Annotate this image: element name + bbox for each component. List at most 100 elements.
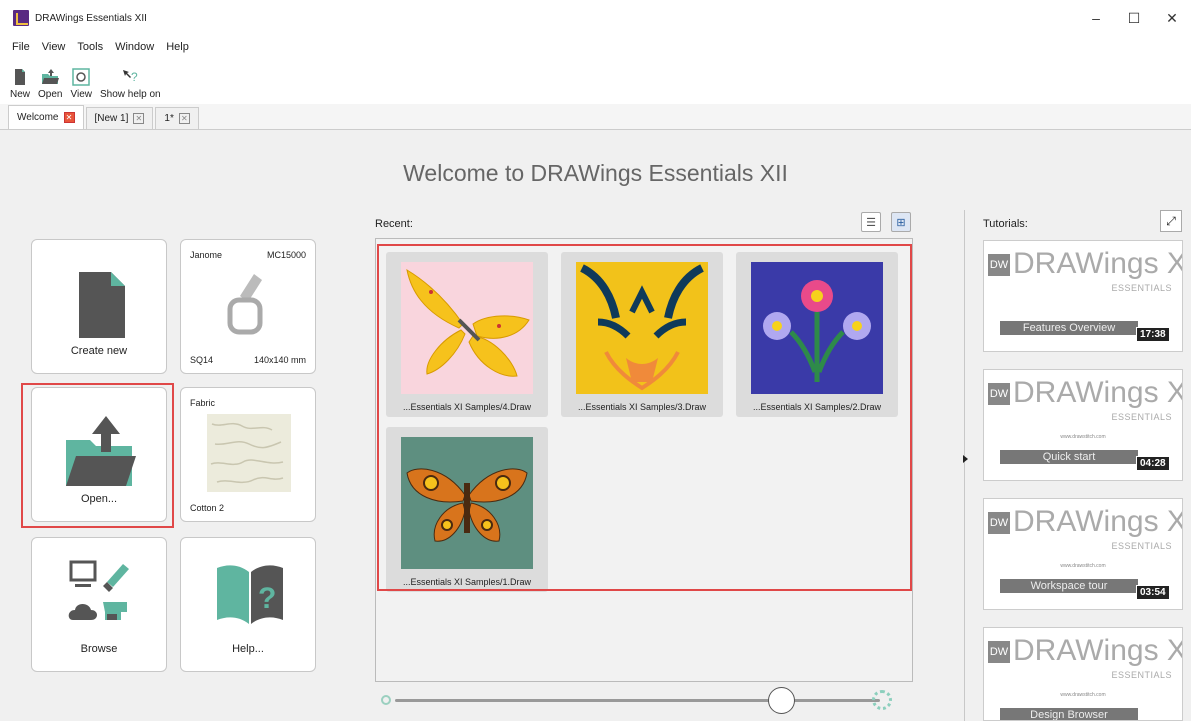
create-new-label: Create new bbox=[70, 345, 128, 357]
logo-text: DRAWings bbox=[1013, 634, 1159, 667]
open-highlight bbox=[21, 383, 174, 528]
svg-text:?: ? bbox=[258, 582, 276, 615]
tab-welcome-label: Welcome bbox=[17, 112, 59, 123]
view-button[interactable]: View bbox=[70, 67, 92, 100]
help-book-icon: ? bbox=[217, 565, 283, 624]
hoop-name: SQ14 bbox=[190, 355, 214, 365]
machine-brand: Janome bbox=[190, 250, 223, 260]
zoom-slider-handle[interactable] bbox=[768, 687, 795, 714]
open-folder-icon bbox=[42, 69, 60, 84]
tutorial-logo: DWDRAWings XI bbox=[988, 376, 1182, 410]
drawings-logo-icon: DW bbox=[988, 383, 1010, 406]
maximize-button[interactable]: ☐ bbox=[1115, 0, 1153, 36]
document-tabs: Welcome ✕ [New 1] ✕ 1* ✕ bbox=[0, 104, 1191, 130]
drawings-logo-icon: DW bbox=[988, 254, 1010, 277]
menu-tools[interactable]: Tools bbox=[77, 41, 103, 53]
page-title: Welcome to DRAWings Essentials XII bbox=[403, 160, 788, 186]
browse-label: Browse bbox=[80, 643, 118, 655]
tutorial-card[interactable]: DWDRAWings XI ESSENTIALS www.drawstitch.… bbox=[983, 498, 1183, 610]
zoom-max-icon[interactable] bbox=[872, 690, 892, 710]
fabric-name: Cotton 2 bbox=[190, 503, 225, 513]
tutorial-title: Workspace tour bbox=[1000, 579, 1138, 593]
zoom-min-icon[interactable] bbox=[381, 695, 391, 705]
logo-version: XI bbox=[1167, 634, 1182, 667]
new-document-icon bbox=[15, 69, 25, 85]
logo-version: XI bbox=[1167, 247, 1182, 280]
tab-new-1-label: [New 1] bbox=[94, 113, 129, 124]
menu-view[interactable]: View bbox=[42, 41, 66, 53]
fabric-tile[interactable]: Fabric Cotton 2 bbox=[180, 387, 316, 522]
new-button[interactable]: New bbox=[10, 67, 30, 100]
recent-label: Recent: bbox=[375, 218, 413, 230]
logo-text: DRAWings bbox=[1013, 505, 1159, 538]
panel-divider[interactable] bbox=[964, 210, 965, 721]
app-logo-icon bbox=[13, 10, 29, 26]
window-controls: – ☐ ✕ bbox=[1077, 0, 1191, 36]
expand-button[interactable]: ⤢ bbox=[1160, 210, 1182, 232]
menu-window[interactable]: Window bbox=[115, 41, 154, 53]
tutorials-label: Tutorials: bbox=[983, 218, 1028, 230]
show-help-on-button[interactable]: ? Show help on bbox=[100, 67, 161, 100]
create-new-tile[interactable]: Create new bbox=[31, 239, 167, 374]
menu-file[interactable]: File bbox=[12, 41, 30, 53]
logo-version: XI bbox=[1167, 505, 1182, 538]
help-tile[interactable]: ? Help... bbox=[180, 537, 316, 672]
svg-text:?: ? bbox=[131, 70, 138, 84]
tutorial-title: Design Browser bbox=[1000, 708, 1138, 720]
help-pointer-icon: ? bbox=[123, 70, 138, 84]
tutorial-logo: DWDRAWings XI bbox=[988, 247, 1182, 281]
tutorial-duration: 17:38 bbox=[1136, 327, 1170, 342]
grid-view-button[interactable]: ⊞ bbox=[891, 212, 911, 232]
tutorial-url: www.drawstitch.com bbox=[1060, 434, 1106, 440]
drawings-logo-icon: DW bbox=[988, 512, 1010, 535]
tutorial-duration: 03:54 bbox=[1136, 585, 1170, 600]
tutorial-duration: 04:28 bbox=[1136, 456, 1170, 471]
close-icon[interactable]: ✕ bbox=[63, 112, 75, 123]
tab-1[interactable]: 1* ✕ bbox=[155, 107, 199, 129]
tab-welcome[interactable]: Welcome ✕ bbox=[8, 105, 84, 129]
drawings-logo-icon: DW bbox=[988, 641, 1010, 664]
help-label: Help... bbox=[232, 643, 264, 655]
close-button[interactable]: ✕ bbox=[1153, 0, 1191, 36]
tutorial-card[interactable]: DWDRAWings XI ESSENTIALS www.drawstitch.… bbox=[983, 369, 1183, 481]
collapse-arrow-icon[interactable] bbox=[963, 455, 968, 463]
recent-highlight bbox=[377, 244, 912, 591]
tutorial-card[interactable]: DWDRAWings XI ESSENTIALS Features Overvi… bbox=[983, 240, 1183, 352]
tab-1-label: 1* bbox=[164, 113, 174, 124]
list-view-icon: ☰ bbox=[866, 216, 876, 229]
tutorial-card[interactable]: DWDRAWings XI ESSENTIALS www.drawstitch.… bbox=[983, 627, 1183, 721]
minimize-button[interactable]: – bbox=[1077, 0, 1115, 36]
browse-tile[interactable]: Browse bbox=[31, 537, 167, 672]
logo-subtitle: ESSENTIALS bbox=[1111, 670, 1172, 680]
new-label: New bbox=[10, 89, 31, 100]
close-icon[interactable]: ✕ bbox=[133, 113, 145, 124]
menu-help[interactable]: Help bbox=[166, 41, 189, 53]
tutorial-url: www.drawstitch.com bbox=[1060, 563, 1106, 569]
view-icon bbox=[72, 68, 90, 86]
tutorial-logo: DWDRAWings XI bbox=[988, 505, 1182, 539]
view-label: View bbox=[70, 89, 92, 100]
tutorial-title: Quick start bbox=[1000, 450, 1138, 464]
menu-bar: File View Tools Window Help bbox=[0, 36, 1191, 58]
new-document-icon bbox=[79, 272, 125, 338]
zoom-slider-track[interactable] bbox=[395, 699, 880, 702]
tutorial-url: www.drawstitch.com bbox=[1060, 692, 1106, 698]
list-view-button[interactable]: ☰ bbox=[861, 212, 881, 232]
fabric-swatch bbox=[207, 414, 291, 492]
close-icon[interactable]: ✕ bbox=[178, 113, 190, 124]
machine-tile[interactable]: Janome MC15000 SQ14 140x140 mm bbox=[180, 239, 316, 374]
hoop-icon bbox=[227, 274, 263, 335]
open-label: Open bbox=[38, 89, 63, 100]
grid-view-icon: ⊞ bbox=[896, 216, 906, 229]
logo-subtitle: ESSENTIALS bbox=[1111, 412, 1172, 422]
open-button[interactable]: Open bbox=[38, 67, 62, 100]
expand-icon: ⤢ bbox=[1166, 213, 1176, 228]
logo-version: XI bbox=[1167, 376, 1182, 409]
fabric-label: Fabric bbox=[190, 398, 216, 408]
tutorial-logo: DWDRAWings XI bbox=[988, 634, 1182, 668]
window-title: DRAWings Essentials XII bbox=[35, 12, 147, 24]
browse-icon bbox=[68, 560, 129, 620]
machine-model: MC15000 bbox=[266, 250, 306, 260]
tab-new-1[interactable]: [New 1] ✕ bbox=[85, 107, 154, 129]
hoop-size: 140x140 mm bbox=[253, 355, 306, 365]
